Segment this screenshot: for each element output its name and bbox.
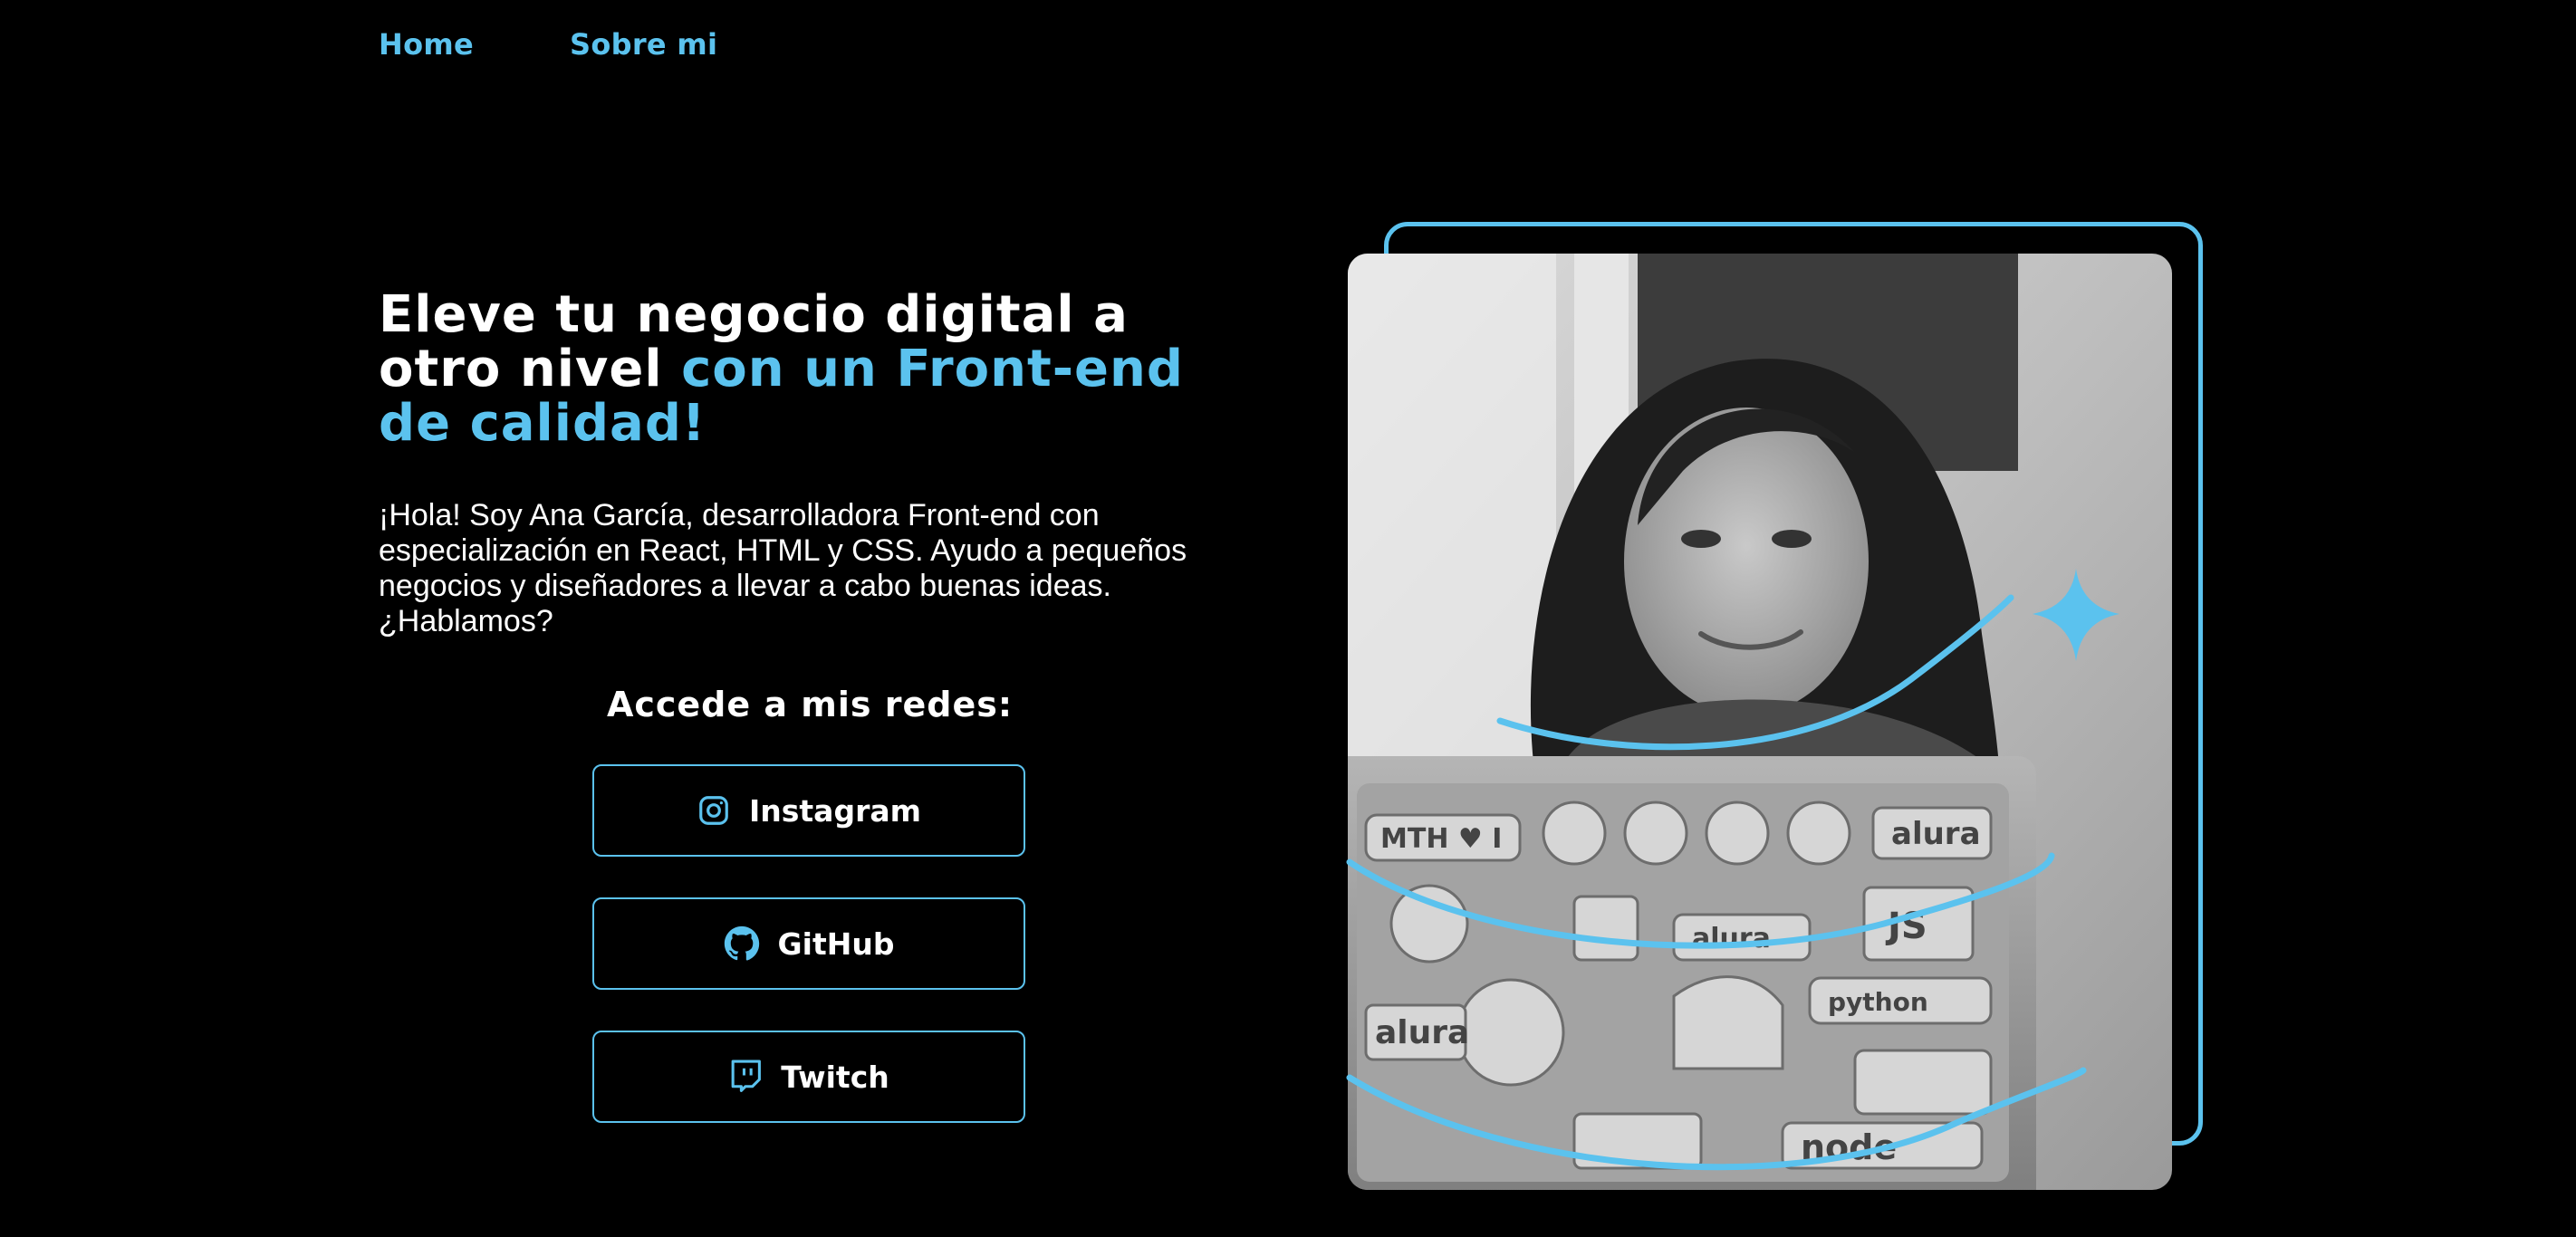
twitch-label: Twitch (781, 1059, 889, 1095)
hero-text: Eleve tu negocio digital a otro nivel co… (379, 288, 1230, 639)
instagram-icon (697, 793, 731, 828)
twitch-button[interactable]: Twitch (592, 1031, 1025, 1123)
hero-headline: Eleve tu negocio digital a otro nivel co… (379, 288, 1230, 451)
hero-intro: ¡Hola! Soy Ana García, desarrolladora Fr… (379, 498, 1187, 638)
svg-text:python: python (1828, 987, 1928, 1017)
instagram-button[interactable]: Instagram (592, 764, 1025, 857)
top-nav: Home Sobre mi (379, 27, 717, 62)
svg-text:alura: alura (1375, 1014, 1469, 1051)
svg-text:alura: alura (1692, 923, 1771, 954)
twitch-icon (728, 1059, 763, 1095)
svg-text:MTH ♥ I: MTH ♥ I (1380, 823, 1502, 855)
profile-photo: MTH ♥ I alura alura JS python alura node (1348, 254, 2172, 1190)
svg-text:node: node (1801, 1127, 1897, 1167)
instagram-label: Instagram (748, 792, 921, 829)
github-label: GitHub (777, 925, 895, 962)
nav-about-link[interactable]: Sobre mi (570, 27, 717, 62)
svg-text:JS: JS (1885, 906, 1927, 947)
github-button[interactable]: GitHub (592, 897, 1025, 990)
social-title: Accede a mis redes: (606, 685, 1014, 724)
github-icon (724, 925, 760, 962)
nav-home-link[interactable]: Home (379, 27, 474, 62)
svg-text:alura: alura (1891, 816, 1981, 852)
